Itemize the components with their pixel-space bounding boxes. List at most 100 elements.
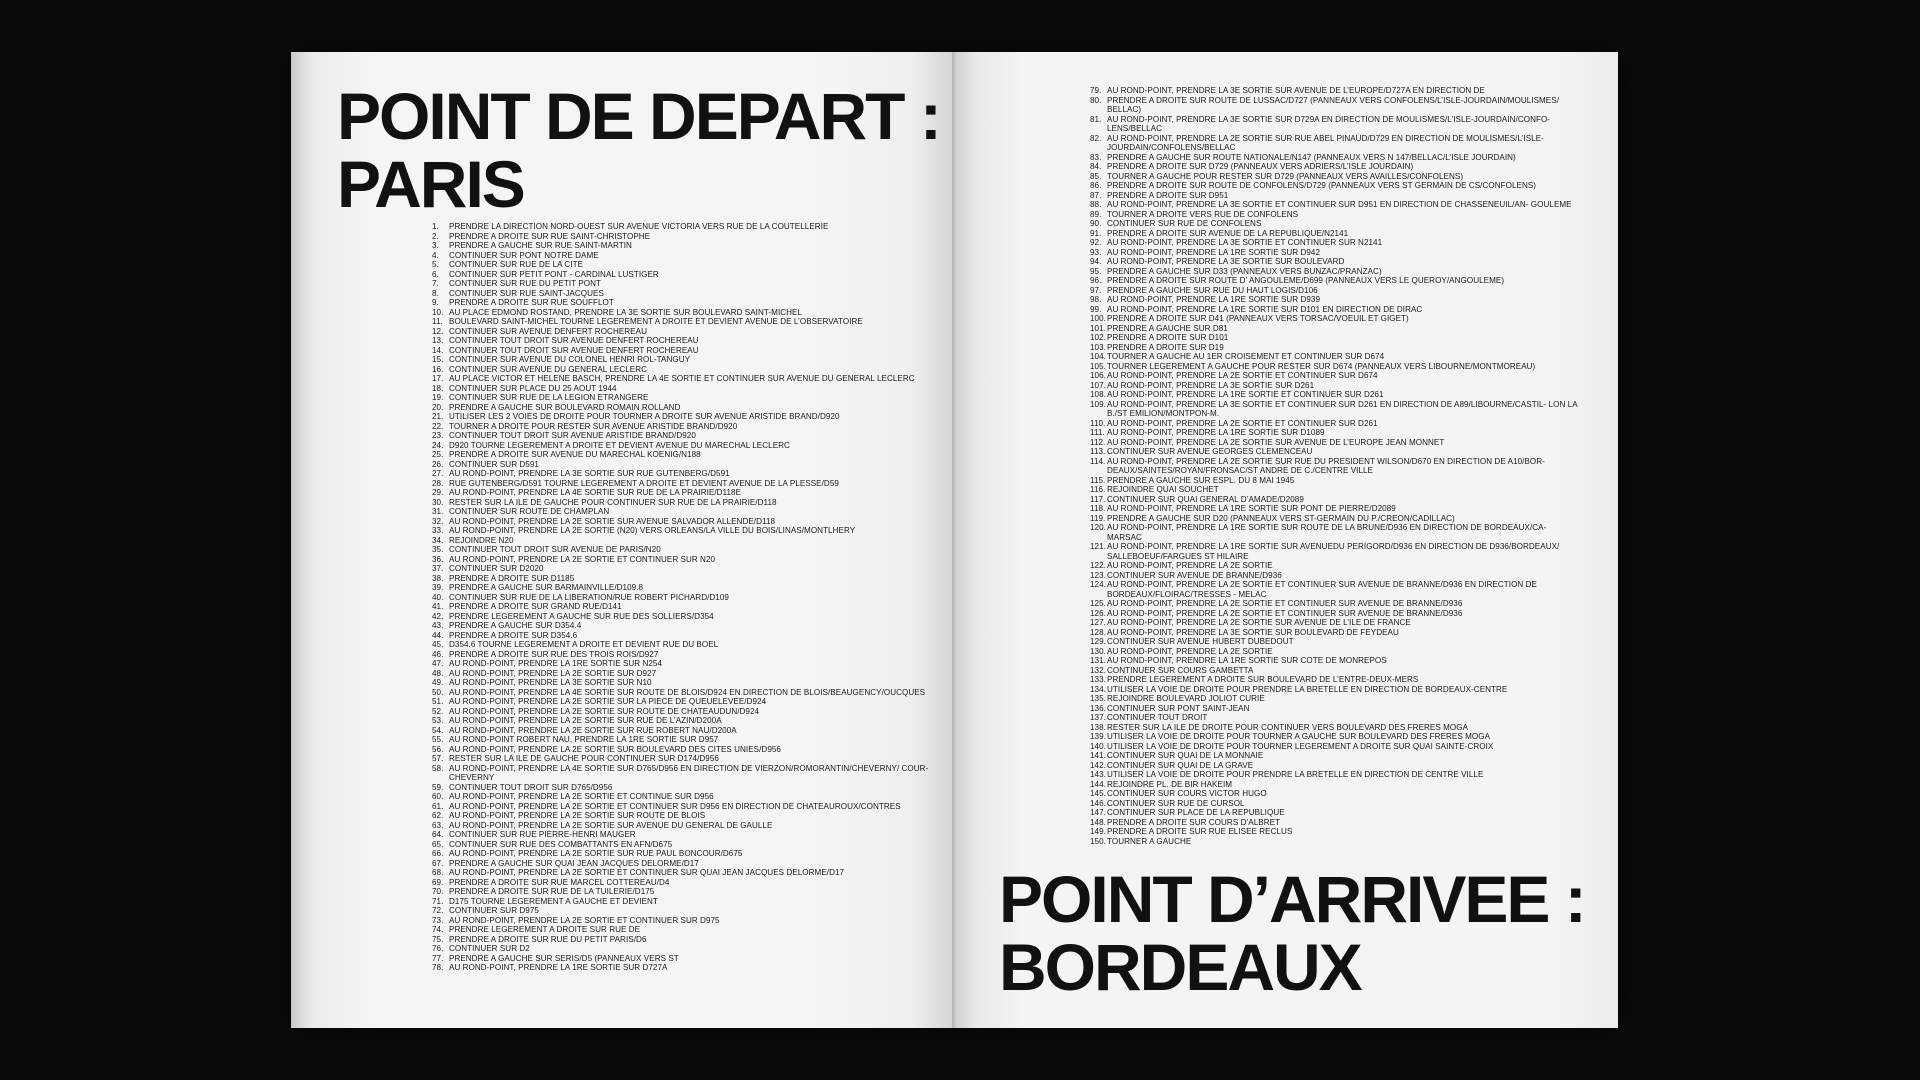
step-text: AU ROND-POINT, PRENDRE LA 3E SORTIE SUR … <box>1107 380 1315 390</box>
step-text: CONTINUER SUR D975 <box>449 906 539 915</box>
step-text: UTILISER LA VOIE DE DROITE POUR TOURNER … <box>1107 741 1494 751</box>
step-text: AU ROND-POINT, PRENDRE LA 1RE SORTIE SUR… <box>449 963 668 972</box>
step-text: PRENDRE A GAUCHE SUR D20 (PANNEAUX VERS … <box>1107 513 1455 523</box>
step-number: 77. <box>432 953 444 963</box>
direction-step: 140. UTILISER LA VOIE DE DROITE POUR TOUR… <box>1090 742 1580 752</box>
direction-step: 93. AU ROND-POINT, PRENDRE LA 1RE SORTIE … <box>1090 248 1580 258</box>
step-text: AU ROND-POINT, PRENDRE LA 2E SORTIE (N20… <box>449 526 856 535</box>
direction-step: 90. CONTINUER SUR RUE DE CONFOLENS <box>1090 219 1580 229</box>
step-text: PRENDRE A GAUCHE SUR D33 (PANNEAUX VERS … <box>1107 266 1382 276</box>
step-text: AU ROND-POINT, PRENDRE LA 3E SORTIE SUR … <box>449 469 730 478</box>
step-text: CONTINUER SUR RUE DU PETIT PONT <box>449 279 602 288</box>
step-number: 18. <box>432 383 444 393</box>
direction-step: 84. PRENDRE A DROITE SUR D729 (PANNEAUX V… <box>1090 162 1580 172</box>
step-number: 52. <box>432 706 444 716</box>
direction-step: 76. CONTINUER SUR D2 <box>432 944 937 954</box>
direction-step: 91. PRENDRE A DROITE SUR AVENUE DE LA REP… <box>1090 229 1580 239</box>
step-text: PRENDRE A DROITE SUR D951 <box>1107 190 1229 200</box>
step-text: PRENDRE A GAUCHE SUR D81 <box>1107 323 1228 333</box>
step-number: 43. <box>432 621 444 630</box>
step-number: 87. <box>1090 190 1102 200</box>
step-number: 84. <box>1090 162 1102 171</box>
arrival-city: BORDEAUX <box>999 930 1363 1004</box>
direction-step: 36. AU ROND-POINT, PRENDRE LA 2E SORTIE E… <box>432 555 937 565</box>
step-number: 26. <box>432 459 444 469</box>
step-number: 57. <box>432 754 444 763</box>
direction-step: 54. AU ROND-POINT, PRENDRE LA 2E SORTIE S… <box>432 726 937 736</box>
direction-step: 85. TOURNER A GAUCHE POUR RESTER SUR D729… <box>1090 172 1580 182</box>
direction-step: 49. AU ROND-POINT, PRENDRE LA 3E SORTIE S… <box>432 678 937 688</box>
step-text: AU ROND-POINT, PRENDRE LA 1RE SORTIE SUR… <box>1107 295 1321 304</box>
direction-step: 78. AU ROND-POINT, PRENDRE LA 1RE SORTIE … <box>432 963 937 973</box>
step-number: 33. <box>432 526 444 535</box>
step-number: 29. <box>432 488 444 497</box>
direction-step: 68. AU ROND-POINT, PRENDRE LA 2E SORTIE E… <box>432 868 937 878</box>
direction-step: 9. PRENDRE A DROITE SUR RUE SOUFFLOT <box>432 298 937 308</box>
direction-step: 147. CONTINUER SUR PLACE DE LA REPUBLIQUE <box>1090 808 1580 818</box>
step-text: CONTINUER SUR RUE DE LA LIBERATION/RUE R… <box>449 592 729 602</box>
direction-step: 63. AU ROND-POINT, PRENDRE LA 2E SORTIE S… <box>432 821 937 831</box>
direction-step: 66. AU ROND-POINT, PRENDRE LA 2E SORTIE S… <box>432 849 937 859</box>
step-number: 91. <box>1090 228 1102 238</box>
step-number: 21. <box>432 412 444 421</box>
step-number: 128. <box>1090 627 1106 637</box>
step-number: 82. <box>1090 133 1102 143</box>
step-number: 46. <box>432 649 444 659</box>
step-number: 122. <box>1090 561 1106 570</box>
direction-step: 73. AU ROND-POINT, PRENDRE LA 2E SORTIE E… <box>432 916 937 926</box>
direction-step: 32. AU ROND-POINT, PRENDRE LA 2E SORTIE S… <box>432 517 937 527</box>
direction-step: 111. AU ROND-POINT, PRENDRE LA 1RE SORTIE… <box>1090 428 1580 438</box>
direction-step: 131. AU ROND-POINT, PRENDRE LA 1RE SORTIE… <box>1090 656 1580 666</box>
step-text: PRENDRE A GAUCHE SUR ROUTE NATIONALE/N14… <box>1107 152 1516 162</box>
departure-label: POINT DE DEPART : <box>337 79 942 153</box>
step-text: CONTINUER SUR PLACE DU 25 AOUT 1944 <box>449 383 617 393</box>
step-text: CONTINUER SUR RUE DE CURSOL <box>1107 798 1245 808</box>
direction-step: 137. CONTINUER TOUT DROIT <box>1090 713 1580 723</box>
step-number: 132. <box>1090 665 1106 675</box>
direction-step: 118. AU ROND-POINT, PRENDRE LA 1RE SORTIE… <box>1090 504 1580 514</box>
direction-step: 104. TOURNER A GAUCHE AU 1ER CROISEMENT E… <box>1090 352 1580 362</box>
step-number: 28. <box>432 478 444 488</box>
step-text: CONTINUER SUR D591 <box>449 459 539 469</box>
direction-step: 77. PRENDRE A GAUCHE SUR SERIS/D5 (PANNEA… <box>432 954 937 964</box>
step-number: 106. <box>1090 371 1106 380</box>
step-number: 94. <box>1090 257 1102 266</box>
step-number: 60. <box>432 792 444 801</box>
step-text: PRENDRE A DROITE SUR D19 <box>1107 342 1224 352</box>
step-number: 4. <box>432 250 439 260</box>
step-text: AU PLACE VICTOR ET HELENE BASCH, PRENDRE… <box>449 374 915 383</box>
direction-step: 72. CONTINUER SUR D975 <box>432 906 937 916</box>
direction-step: 30. RESTER SUR LA ILE DE GAUCHE POUR CONT… <box>432 498 937 508</box>
step-text: UTILISER LA VOIE DE DROITE POUR TOURNER … <box>1107 732 1491 741</box>
direction-step: 116. REJOINDRE QUAI SOUCHET <box>1090 485 1580 495</box>
direction-step: 102. PRENDRE A DROITE SUR D101 <box>1090 333 1580 343</box>
step-number: 86. <box>1090 181 1102 190</box>
direction-step: 100. PRENDRE A DROITE SUR D41 (PANNEAUX V… <box>1090 314 1580 324</box>
direction-step: 74. PRENDRE LEGEREMENT A DROITE SUR RUE D… <box>432 925 937 935</box>
step-text: AU ROND-POINT, PRENDRE LA 2E SORTIE ET C… <box>449 801 901 811</box>
direction-step: 56. AU ROND-POINT, PRENDRE LA 2E SORTIE S… <box>432 745 937 755</box>
step-number: 97. <box>1090 285 1102 295</box>
step-text: CONTINUER TOUT DROIT SUR AVENUE DE PARIS… <box>449 545 661 554</box>
step-number: 140. <box>1090 741 1106 751</box>
step-text: TOURNER A DROITE POUR RESTER SUR AVENUE … <box>449 421 738 431</box>
direction-step: 15. CONTINUER SUR AVENUE DU COLONEL HENRI… <box>432 355 937 365</box>
direction-step: 103. PRENDRE A DROITE SUR D19 <box>1090 343 1580 353</box>
step-text: AU ROND-POINT, PRENDRE LA 2E SORTIE SUR … <box>449 849 743 858</box>
step-text: CONTINUER SUR RUE DE CONFOLENS <box>1107 219 1262 228</box>
step-text: PRENDRE A GAUCHE SUR BARMAINVILLE/D109.8 <box>449 583 644 592</box>
direction-step: 109. AU ROND-POINT, PRENDRE LA 3E SORTIE … <box>1090 400 1580 419</box>
step-text: CONTINUER SUR AVENUE DENFERT ROCHEREAU <box>449 326 647 336</box>
step-number: 58. <box>432 763 444 773</box>
step-number: 138. <box>1090 722 1106 732</box>
step-text: CONTINUER SUR AVENUE DU COLONEL HENRI RO… <box>449 355 691 364</box>
direction-step: 128. AU ROND-POINT, PRENDRE LA 3E SORTIE … <box>1090 628 1580 638</box>
direction-step: 135. REJOINDRE BOULEVARD JOLIOT CURIE <box>1090 694 1580 704</box>
step-text: PRENDRE A DROITE SUR RUE DE LA TUILERIE/… <box>449 887 655 896</box>
direction-step: 23. CONTINUER TOUT DROIT SUR AVENUE ARIST… <box>432 431 937 441</box>
step-number: 141. <box>1090 751 1106 760</box>
step-text: CONTINUER TOUT DROIT SUR D765/D956 <box>449 782 613 792</box>
step-text: CONTINUER SUR ROUTE DE CHAMPLAN <box>449 507 610 516</box>
step-text: AU ROND-POINT, PRENDRE LA 2E SORTIE ET C… <box>1107 608 1463 618</box>
step-text: AU ROND-POINT, PRENDRE LA 2E SORTIE ET C… <box>1107 418 1378 428</box>
